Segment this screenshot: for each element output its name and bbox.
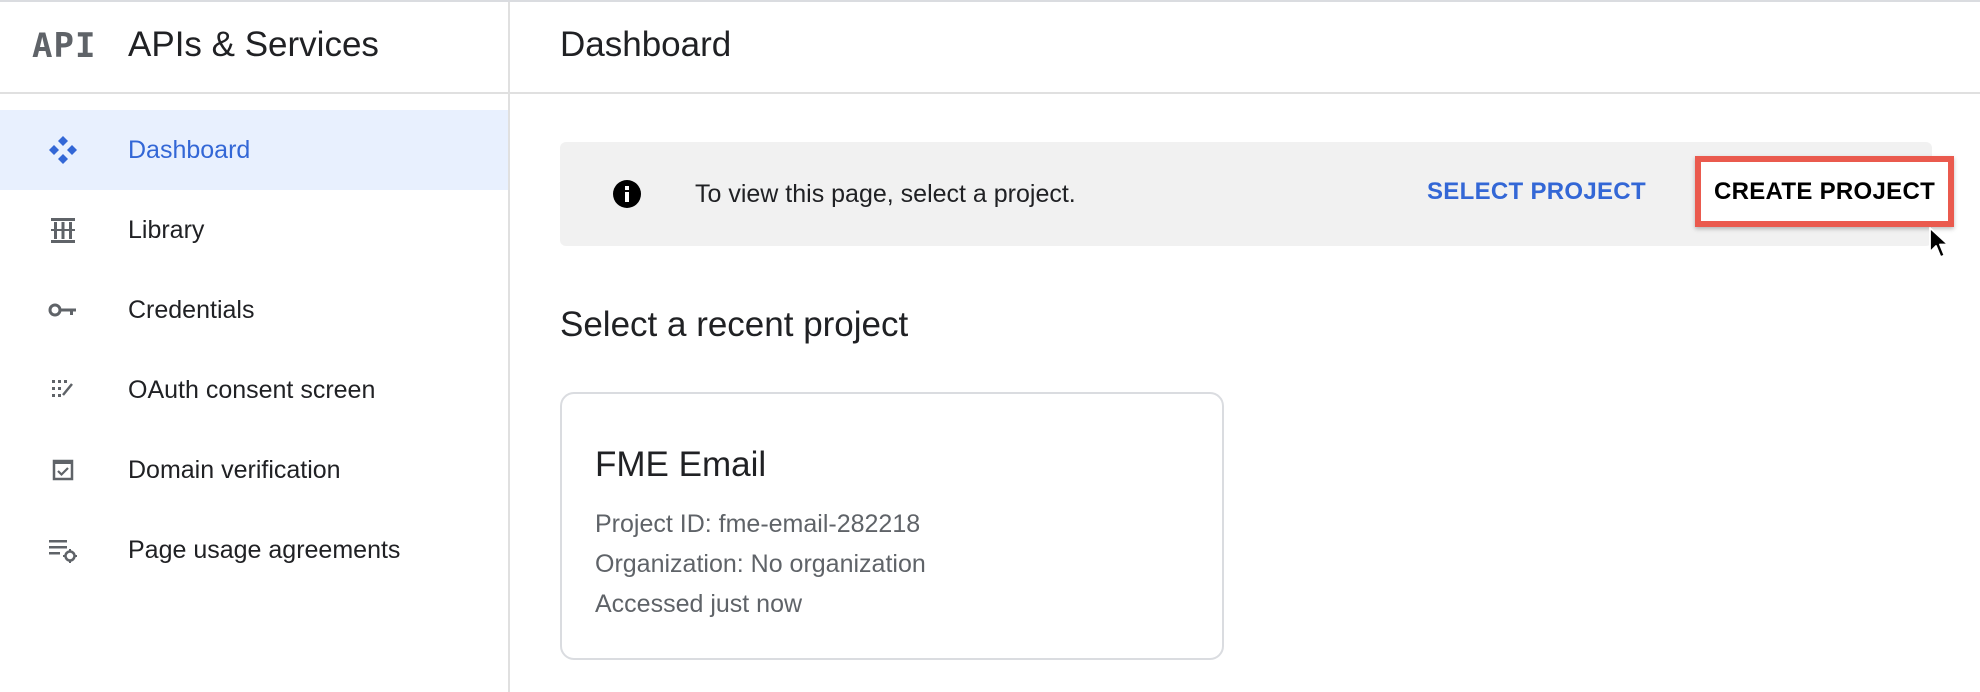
project-id: Project ID: fme-email-282218 xyxy=(595,510,921,538)
api-logo-icon: API xyxy=(32,26,97,66)
page-title: Dashboard xyxy=(560,25,732,64)
sidebar-header: API APIs & Services xyxy=(0,2,508,94)
library-icon xyxy=(46,213,80,247)
dashboard-diamond-icon xyxy=(46,133,80,167)
list-settings-icon xyxy=(46,533,80,567)
info-icon xyxy=(612,179,642,209)
sidebar-item-library[interactable]: Library xyxy=(0,190,508,270)
main-content: Dashboard To view this page, select a pr… xyxy=(510,2,1980,692)
main-header: Dashboard xyxy=(510,2,1980,94)
project-name: FME Email xyxy=(595,445,767,484)
mouse-cursor-icon xyxy=(1928,226,1950,260)
sidebar-item-label: Dashboard xyxy=(128,135,251,164)
project-organization: Organization: No organization xyxy=(595,550,926,578)
sidebar-item-label: Credentials xyxy=(128,295,255,324)
project-accessed: Accessed just now xyxy=(595,590,803,618)
sidebar: API APIs & Services Dashboard Library Cr… xyxy=(0,2,510,692)
key-icon xyxy=(46,293,80,327)
sidebar-item-domain-verification[interactable]: Domain verification xyxy=(0,430,508,510)
oauth-consent-icon xyxy=(46,373,80,407)
select-project-button[interactable]: SELECT PROJECT xyxy=(1427,174,1646,210)
recent-projects-heading: Select a recent project xyxy=(560,305,909,344)
sidebar-item-label: OAuth consent screen xyxy=(128,375,376,404)
sidebar-item-label: Library xyxy=(128,215,205,244)
sidebar-nav: Dashboard Library Credentials OAuth cons… xyxy=(0,94,508,590)
app-window: API APIs & Services Dashboard Library Cr… xyxy=(0,0,1980,692)
checkbox-icon xyxy=(46,453,80,487)
create-project-button[interactable]: CREATE PROJECT xyxy=(1695,156,1954,227)
project-card[interactable]: FME Email Project ID: fme-email-282218 O… xyxy=(560,392,1224,660)
sidebar-item-label: Page usage agreements xyxy=(128,535,401,564)
sidebar-item-dashboard[interactable]: Dashboard xyxy=(0,110,508,190)
sidebar-item-credentials[interactable]: Credentials xyxy=(0,270,508,350)
sidebar-item-oauth-consent[interactable]: OAuth consent screen xyxy=(0,350,508,430)
app-title: APIs & Services xyxy=(128,25,379,64)
sidebar-item-label: Domain verification xyxy=(128,455,341,484)
banner-message: To view this page, select a project. xyxy=(695,180,1076,208)
sidebar-item-page-usage-agreements[interactable]: Page usage agreements xyxy=(0,510,508,590)
select-project-banner: To view this page, select a project. SEL… xyxy=(560,142,1954,258)
